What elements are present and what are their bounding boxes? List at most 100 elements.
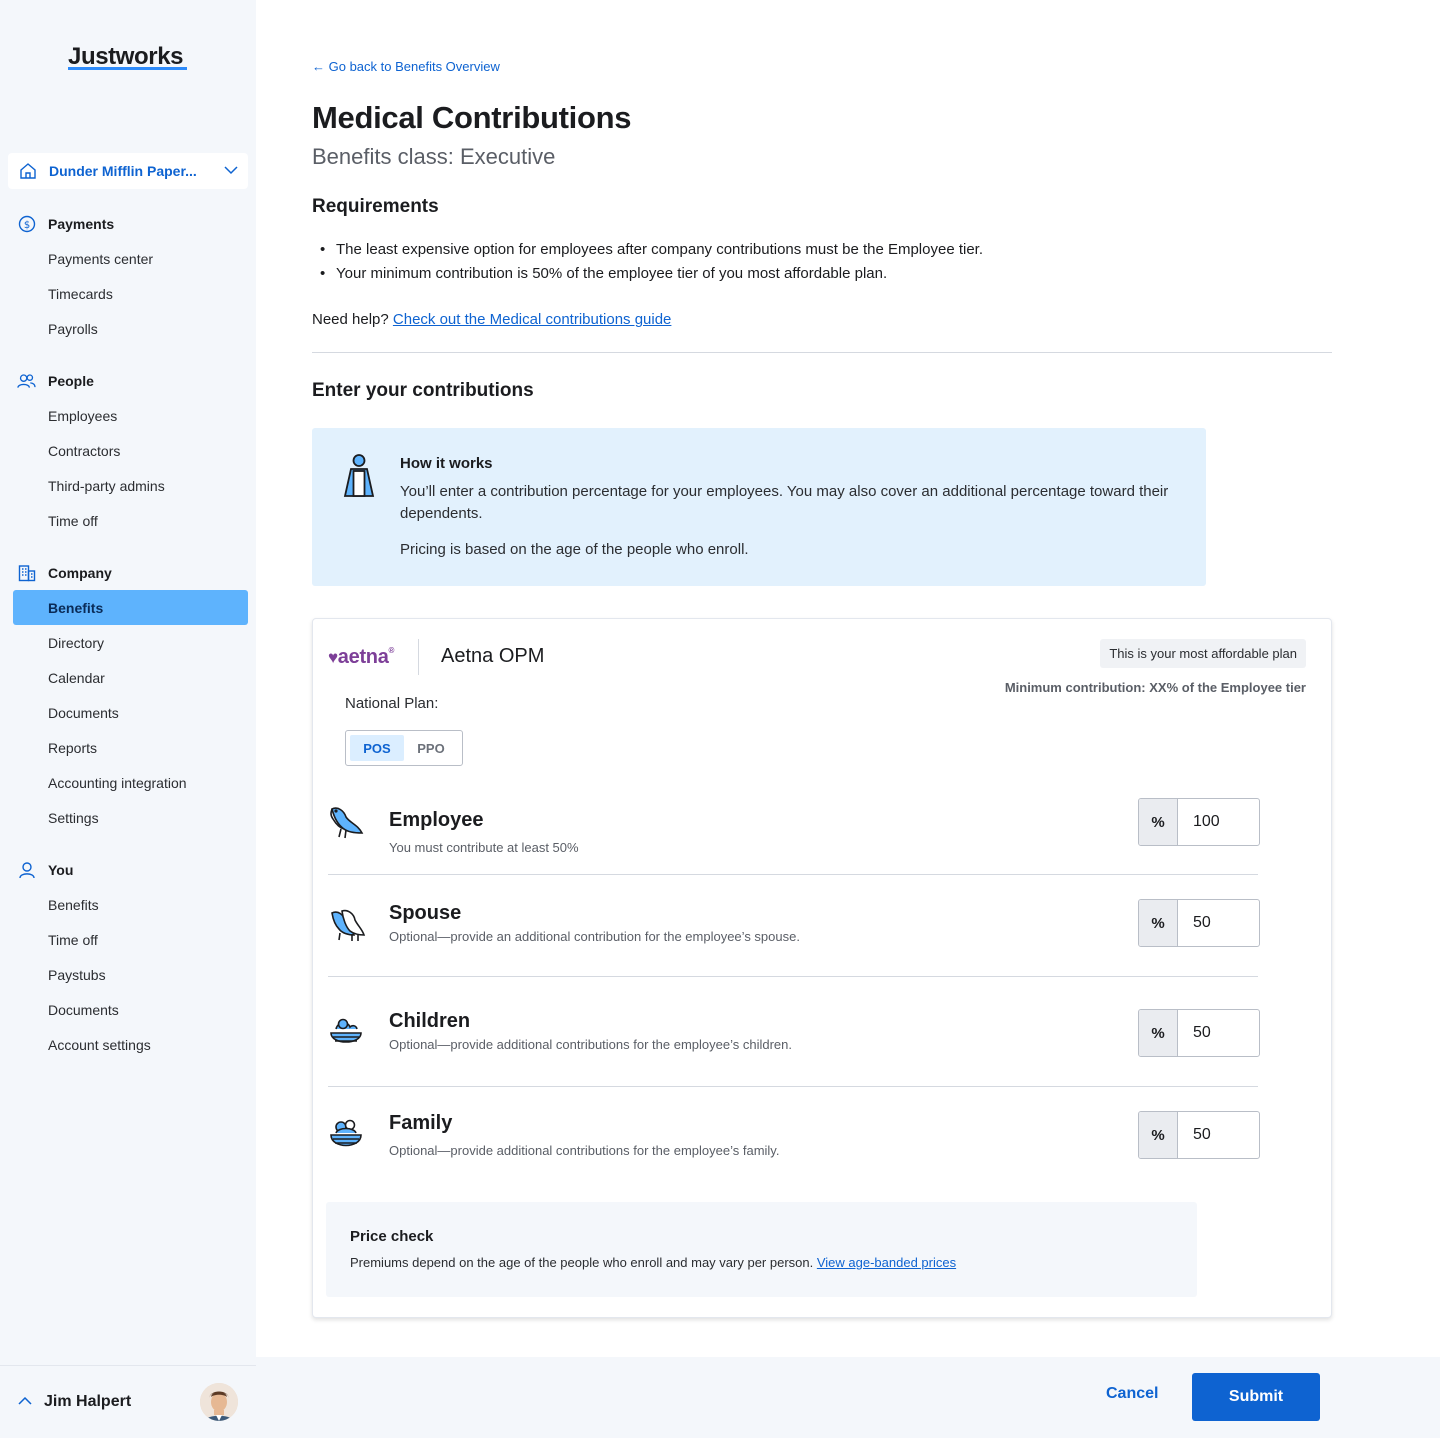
nav-head-you[interactable]: You: [0, 852, 256, 887]
divider: [312, 352, 1332, 353]
sidebar-item-time-off[interactable]: Time off: [0, 503, 256, 538]
contribution-value[interactable]: 50: [1178, 900, 1259, 946]
row-divider: [328, 874, 1258, 875]
main-content: ← Go back to Benefits Overview Medical C…: [256, 0, 1440, 1357]
sidebar-item-directory[interactable]: Directory: [0, 625, 256, 660]
price-check-text: Premiums depend on the age of the people…: [350, 1255, 956, 1270]
national-plan-label: National Plan:: [345, 695, 439, 712]
nav-head-label: You: [48, 861, 74, 878]
avatar: [200, 1383, 238, 1421]
sidebar-item-third-party-admins[interactable]: Third-party admins: [0, 468, 256, 503]
price-check-description: Premiums depend on the age of the people…: [350, 1255, 814, 1270]
info-paragraph: You’ll enter a contribution percentage f…: [400, 483, 1169, 522]
info-title: How it works: [400, 455, 493, 472]
tier-description: Optional—provide additional contribution…: [389, 1037, 792, 1052]
nav-head-payments[interactable]: $ Payments: [0, 206, 256, 241]
sidebar-item-payments-center[interactable]: Payments center: [0, 241, 256, 276]
sidebar-item-my-benefits[interactable]: Benefits: [0, 887, 256, 922]
sidebar-item-calendar[interactable]: Calendar: [0, 660, 256, 695]
company-name: Dunder Mifflin Paper...: [49, 163, 197, 179]
aetna-wordmark: aetna: [337, 646, 389, 668]
nav-head-label: People: [48, 372, 94, 389]
requirement-item: Your minimum contribution is 50% of the …: [312, 262, 983, 286]
logo-underline: [68, 67, 187, 70]
plan-option-ppo[interactable]: PPO: [404, 735, 458, 761]
sidebar-item-my-time-off[interactable]: Time off: [0, 922, 256, 957]
plan-option-pos[interactable]: POS: [350, 735, 404, 761]
requirement-item: The least expensive option for employees…: [312, 238, 983, 262]
nav-head-people[interactable]: People: [0, 363, 256, 398]
heart-icon: ♥: [328, 648, 338, 667]
nest-family-icon: [328, 1115, 364, 1158]
tier-name: Employee: [389, 809, 484, 831]
sidebar-item-contractors[interactable]: Contractors: [0, 433, 256, 468]
building-icon: [17, 563, 36, 582]
bird-icon: [328, 803, 364, 846]
plan-type-toggle: POS PPO: [345, 730, 463, 766]
percent-symbol: %: [1139, 799, 1178, 845]
user-icon: [17, 860, 36, 879]
requirements-list: The least expensive option for employees…: [312, 238, 983, 286]
submit-button[interactable]: Submit: [1192, 1373, 1320, 1421]
family-contribution-input[interactable]: % 50: [1138, 1111, 1260, 1159]
affordable-badge: This is your most affordable plan: [1100, 639, 1306, 668]
tier-name: Spouse: [389, 902, 462, 924]
svg-text:$: $: [23, 220, 29, 231]
cancel-button[interactable]: Cancel: [1106, 1385, 1158, 1403]
chevron-up-icon: [18, 1393, 32, 1411]
employee-contribution-input[interactable]: % 100: [1138, 798, 1260, 846]
tier-description: You must contribute at least 50%: [389, 840, 579, 855]
contribution-value[interactable]: 50: [1178, 1112, 1259, 1158]
sidebar-item-my-documents[interactable]: Documents: [0, 992, 256, 1027]
tier-description: Optional—provide an additional contribut…: [389, 929, 800, 944]
sidebar-item-benefits[interactable]: Benefits: [13, 590, 248, 625]
children-contribution-input[interactable]: % 50: [1138, 1009, 1260, 1057]
min-contribution-text: Minimum contribution: XX% of the Employe…: [1004, 680, 1306, 695]
sidebar: Justworks Dunder Mifflin Paper... $ Paym…: [0, 0, 256, 1438]
nav-head-label: Company: [48, 564, 112, 581]
chevron-down-icon: [224, 162, 238, 180]
enter-contributions-title: Enter your contributions: [312, 380, 534, 401]
sidebar-item-paystubs[interactable]: Paystubs: [0, 957, 256, 992]
action-bar: Cancel Submit: [256, 1357, 1440, 1438]
help-prefix: Need help?: [312, 311, 389, 328]
row-divider: [328, 1086, 1258, 1087]
aetna-logo: ♥aetna®: [328, 646, 395, 668]
row-divider: [328, 976, 1258, 977]
age-banded-prices-link[interactable]: View age-banded prices: [817, 1255, 956, 1270]
nav-head-label: Payments: [48, 215, 115, 232]
sidebar-item-documents[interactable]: Documents: [0, 695, 256, 730]
page-title: Medical Contributions: [312, 100, 632, 135]
sidebar-item-timecards[interactable]: Timecards: [0, 276, 256, 311]
company-selector[interactable]: Dunder Mifflin Paper...: [8, 153, 248, 189]
contribution-value[interactable]: 50: [1178, 1010, 1259, 1056]
home-icon: [18, 162, 37, 181]
how-it-works-box: How it works You’ll enter a contribution…: [312, 428, 1206, 586]
sidebar-item-reports[interactable]: Reports: [0, 730, 256, 765]
contribution-value[interactable]: 100: [1178, 799, 1259, 845]
user-name: Jim Halpert: [44, 1393, 132, 1410]
sidebar-item-accounting-integration[interactable]: Accounting integration: [0, 765, 256, 800]
nav-section-people: People Employees Contractors Third-party…: [0, 363, 256, 538]
info-paragraph: Pricing is based on the age of the peopl…: [400, 541, 749, 558]
nest-birds-icon: [328, 1013, 364, 1054]
spouse-contribution-input[interactable]: % 50: [1138, 899, 1260, 947]
sidebar-item-payrolls[interactable]: Payrolls: [0, 311, 256, 346]
sidebar-item-account-settings[interactable]: Account settings: [0, 1027, 256, 1062]
dollar-circle-icon: $: [17, 214, 36, 233]
sidebar-item-settings[interactable]: Settings: [0, 800, 256, 835]
tier-name: Children: [389, 1010, 471, 1032]
help-line: Need help? Check out the Medical contrib…: [312, 311, 671, 328]
user-menu[interactable]: Jim Halpert: [0, 1365, 256, 1438]
two-birds-icon: [328, 905, 368, 948]
people-icon: [17, 371, 36, 390]
percent-symbol: %: [1139, 1112, 1178, 1158]
nav-section-you: You Benefits Time off Paystubs Documents…: [0, 852, 256, 1062]
nav-head-company[interactable]: Company: [0, 555, 256, 590]
sidebar-item-employees[interactable]: Employees: [0, 398, 256, 433]
medical-contributions-guide-link[interactable]: Check out the Medical contributions guid…: [393, 311, 672, 328]
price-check-box: Price check Premiums depend on the age o…: [326, 1202, 1197, 1297]
back-to-benefits-link[interactable]: ← Go back to Benefits Overview: [312, 59, 500, 74]
percent-symbol: %: [1139, 900, 1178, 946]
plan-card: ♥aetna® Aetna OPM This is your most affo…: [312, 618, 1332, 1318]
